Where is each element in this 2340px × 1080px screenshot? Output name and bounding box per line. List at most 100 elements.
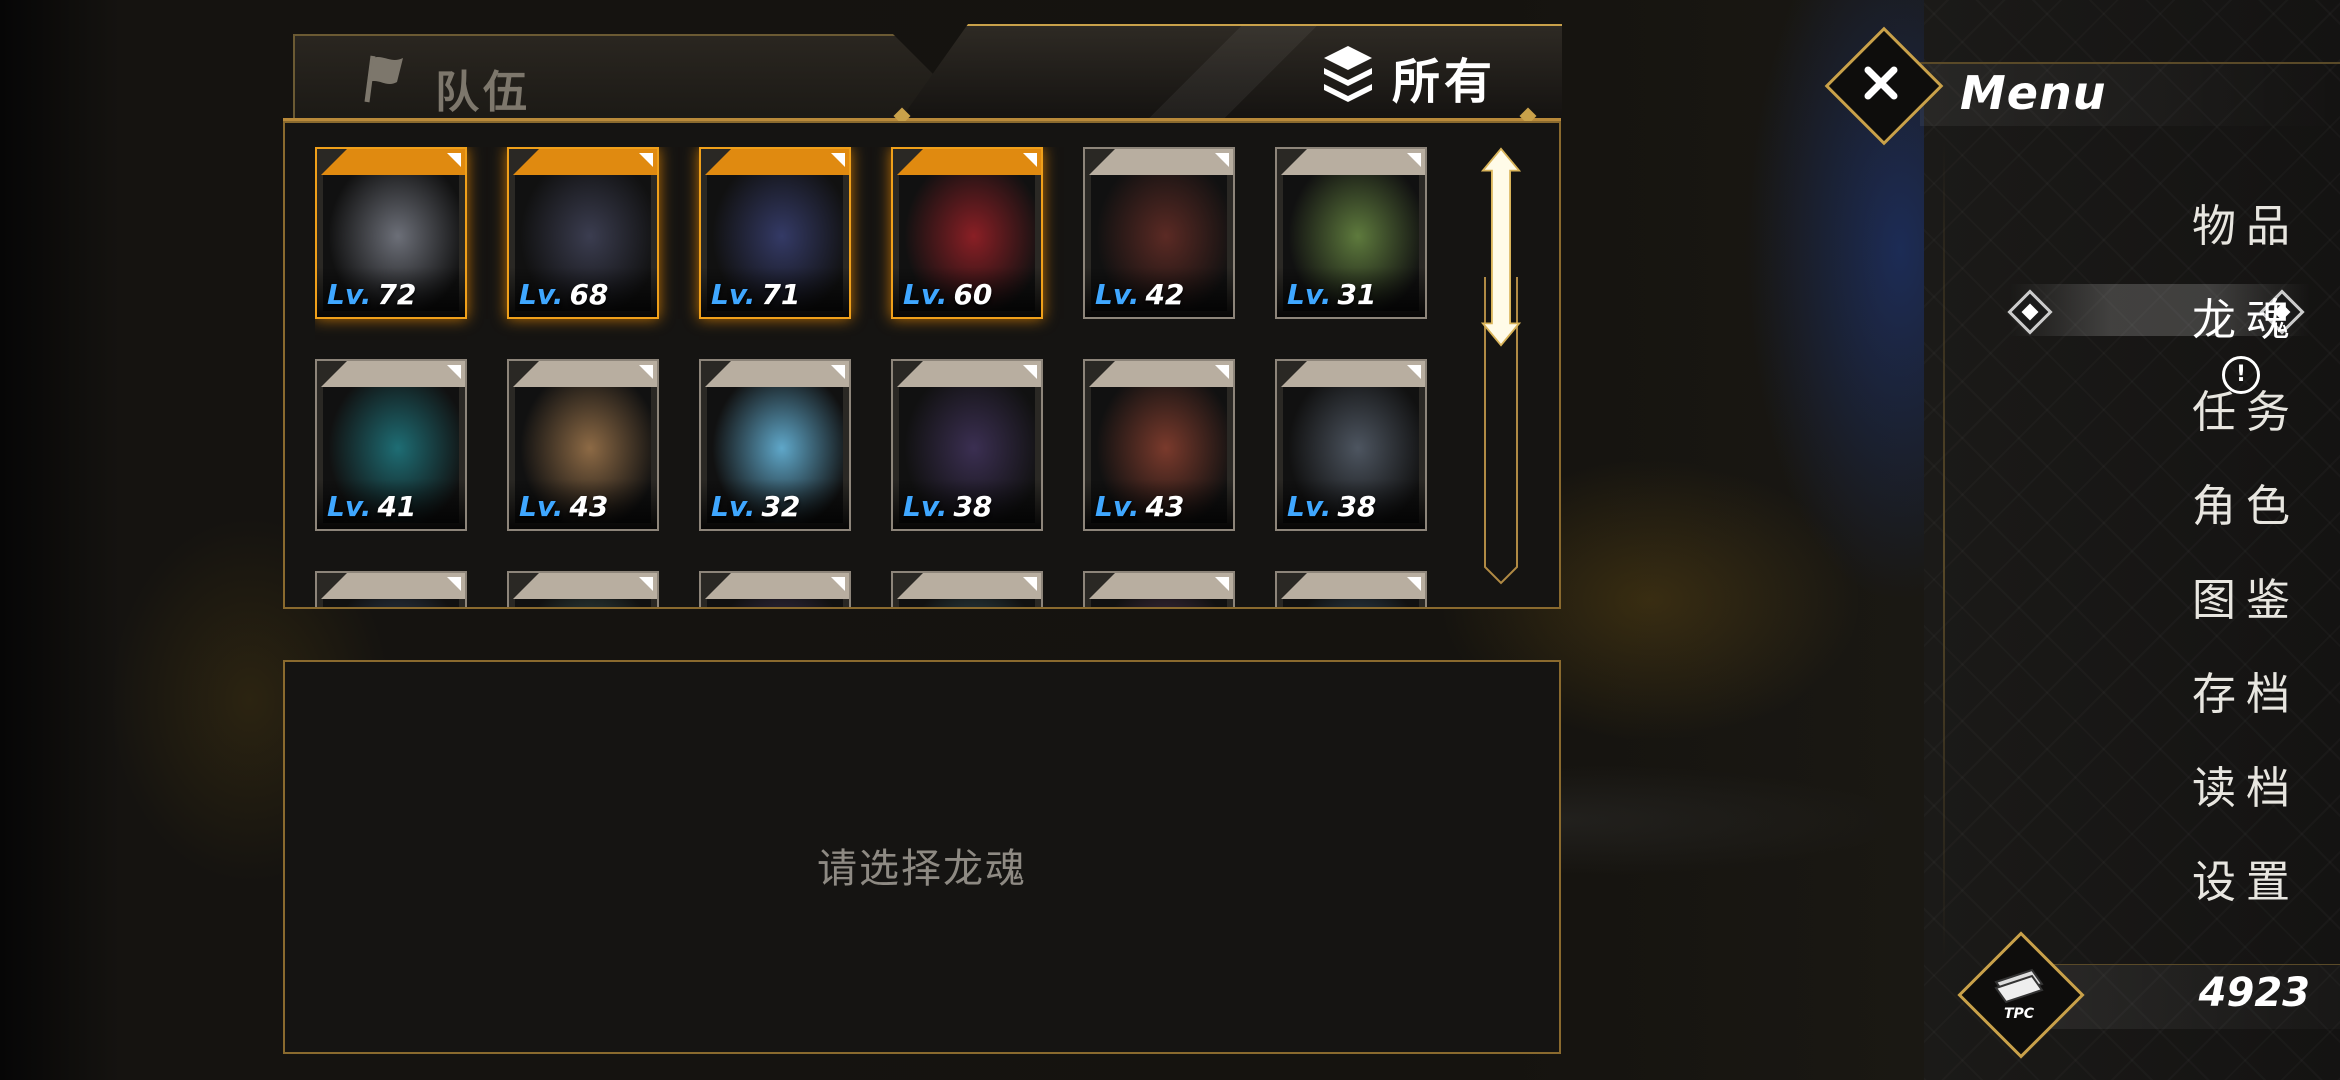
card-header xyxy=(893,361,1041,387)
dragon-soul-card[interactable]: Lv. 38 xyxy=(891,359,1043,531)
dragon-soul-card[interactable]: Lv. 38 xyxy=(1275,359,1427,531)
dragon-soul-card[interactable] xyxy=(699,571,851,607)
dragon-soul-card[interactable] xyxy=(1083,571,1235,607)
level-value: 32 xyxy=(761,490,801,523)
card-header xyxy=(893,149,1041,175)
tab-all[interactable]: 所有 xyxy=(900,24,1562,120)
corner-notch-icon xyxy=(1023,365,1037,379)
dragon-soul-grid[interactable]: Lv. 72 Lv. 68 Lv. 71 Lv. 60 Lv. 42 Lv. 31 Lv. 41 Lv. 43… xyxy=(315,147,1495,607)
dragon-portrait xyxy=(899,599,1035,607)
level-value: 68 xyxy=(569,278,609,311)
dragon-soul-card[interactable]: Lv. 43 xyxy=(507,359,659,531)
menu-panel xyxy=(1924,0,2340,1080)
menu-item-dragon-soul[interactable]: 龙魂 xyxy=(2100,284,2300,348)
corner-notch-icon xyxy=(831,365,845,379)
dragon-soul-card[interactable] xyxy=(1275,571,1427,607)
card-level: Lv. 43 xyxy=(1095,490,1184,523)
level-value: 31 xyxy=(1337,278,1377,311)
menu-item-quests[interactable]: 任务 xyxy=(2100,376,2300,440)
menu-item-load[interactable]: 读档 xyxy=(2100,752,2300,816)
level-value: 43 xyxy=(569,490,609,523)
level-prefix: Lv. xyxy=(1095,278,1140,311)
dragon-soul-card[interactable] xyxy=(507,571,659,607)
dragon-portrait xyxy=(323,599,459,607)
dragon-soul-card[interactable]: Lv. 42 xyxy=(1083,147,1235,319)
level-prefix: Lv. xyxy=(1287,278,1332,311)
currency-icon-label: TPC xyxy=(2004,1006,2035,1022)
dragon-soul-card[interactable]: Lv. 68 xyxy=(507,147,659,319)
corner-notch-icon xyxy=(447,577,461,591)
level-prefix: Lv. xyxy=(327,490,372,523)
level-prefix: Lv. xyxy=(519,278,564,311)
dragon-portrait xyxy=(1091,599,1227,607)
level-value: 72 xyxy=(377,278,417,311)
corner-notch-icon xyxy=(1407,577,1421,591)
card-level: Lv. 60 xyxy=(903,278,992,311)
dragon-soul-card[interactable]: Lv. 43 xyxy=(1083,359,1235,531)
level-value: 60 xyxy=(953,278,993,311)
level-prefix: Lv. xyxy=(327,278,372,311)
dragon-soul-card[interactable]: Lv. 72 xyxy=(315,147,467,319)
level-prefix: Lv. xyxy=(711,278,756,311)
corner-notch-icon xyxy=(1215,365,1229,379)
card-header xyxy=(317,149,465,175)
corner-notch-icon xyxy=(1407,365,1421,379)
card-header xyxy=(701,149,849,175)
card-header xyxy=(1277,573,1425,599)
card-level: Lv. 41 xyxy=(327,490,416,523)
alert-badge-icon: ! xyxy=(2222,356,2260,394)
corner-notch-icon xyxy=(639,365,653,379)
dragon-portrait xyxy=(707,599,843,607)
card-header xyxy=(509,573,657,599)
corner-notch-icon xyxy=(447,365,461,379)
layers-icon xyxy=(1324,46,1372,102)
menu-item-settings[interactable]: 设置 xyxy=(2100,846,2300,910)
card-header xyxy=(1277,361,1425,387)
corner-notch-icon xyxy=(447,153,461,167)
tab-team[interactable]: 队伍 xyxy=(293,34,933,120)
flag-icon xyxy=(364,55,403,103)
card-header xyxy=(317,573,465,599)
dragon-soul-card[interactable]: Lv. 32 xyxy=(699,359,851,531)
menu-item-save[interactable]: 存档 xyxy=(2100,658,2300,722)
menu-item-items[interactable]: 物品 xyxy=(2100,190,2300,254)
menu-item-characters[interactable]: 角色 xyxy=(2100,470,2300,534)
tab-all-label: 所有 xyxy=(1392,54,1497,110)
card-header xyxy=(509,149,657,175)
close-icon xyxy=(1864,66,1898,100)
dragon-soul-card[interactable] xyxy=(891,571,1043,607)
card-header xyxy=(1085,149,1233,175)
dragon-soul-card[interactable]: Lv. 31 xyxy=(1275,147,1427,319)
card-header xyxy=(701,573,849,599)
card-level: Lv. 38 xyxy=(903,490,992,523)
dragon-soul-card[interactable]: Lv. 71 xyxy=(699,147,851,319)
level-value: 41 xyxy=(377,490,417,523)
card-header xyxy=(701,361,849,387)
level-prefix: Lv. xyxy=(1287,490,1332,523)
select-hint: 请选择龙魂 xyxy=(817,846,1027,892)
card-level: Lv. 42 xyxy=(1095,278,1184,311)
card-level: Lv. 32 xyxy=(711,490,800,523)
card-header xyxy=(1277,149,1425,175)
dragon-soul-card[interactable]: Lv. 41 xyxy=(315,359,467,531)
dragon-soul-card[interactable] xyxy=(315,571,467,607)
dragon-soul-card[interactable]: Lv. 60 xyxy=(891,147,1043,319)
level-value: 38 xyxy=(1337,490,1377,523)
currency-value: 4923 xyxy=(2198,970,2310,1016)
card-level: Lv. 71 xyxy=(711,278,800,311)
corner-notch-icon xyxy=(1215,577,1229,591)
card-level: Lv. 38 xyxy=(1287,490,1376,523)
card-header xyxy=(893,573,1041,599)
dragon-soul-grid-panel: Lv. 72 Lv. 68 Lv. 71 Lv. 60 Lv. 42 Lv. 31 Lv. 41 Lv. 43… xyxy=(283,121,1561,609)
scrollbar-thumb[interactable] xyxy=(1479,147,1523,347)
corner-notch-icon xyxy=(1023,577,1037,591)
card-header xyxy=(1085,573,1233,599)
level-value: 43 xyxy=(1145,490,1185,523)
menu-item-codex[interactable]: 图鉴 xyxy=(2100,564,2300,628)
level-prefix: Lv. xyxy=(711,490,756,523)
level-prefix: Lv. xyxy=(519,490,564,523)
card-header xyxy=(1085,361,1233,387)
level-prefix: Lv. xyxy=(1095,490,1140,523)
level-value: 38 xyxy=(953,490,993,523)
card-header xyxy=(317,361,465,387)
